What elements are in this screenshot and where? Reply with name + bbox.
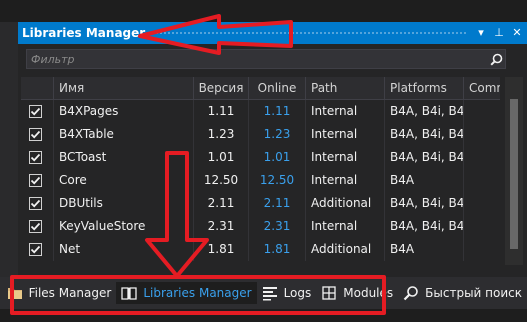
down-arrow xyxy=(145,151,209,278)
left-arrow xyxy=(138,14,293,55)
annotation-overlay xyxy=(138,14,293,278)
